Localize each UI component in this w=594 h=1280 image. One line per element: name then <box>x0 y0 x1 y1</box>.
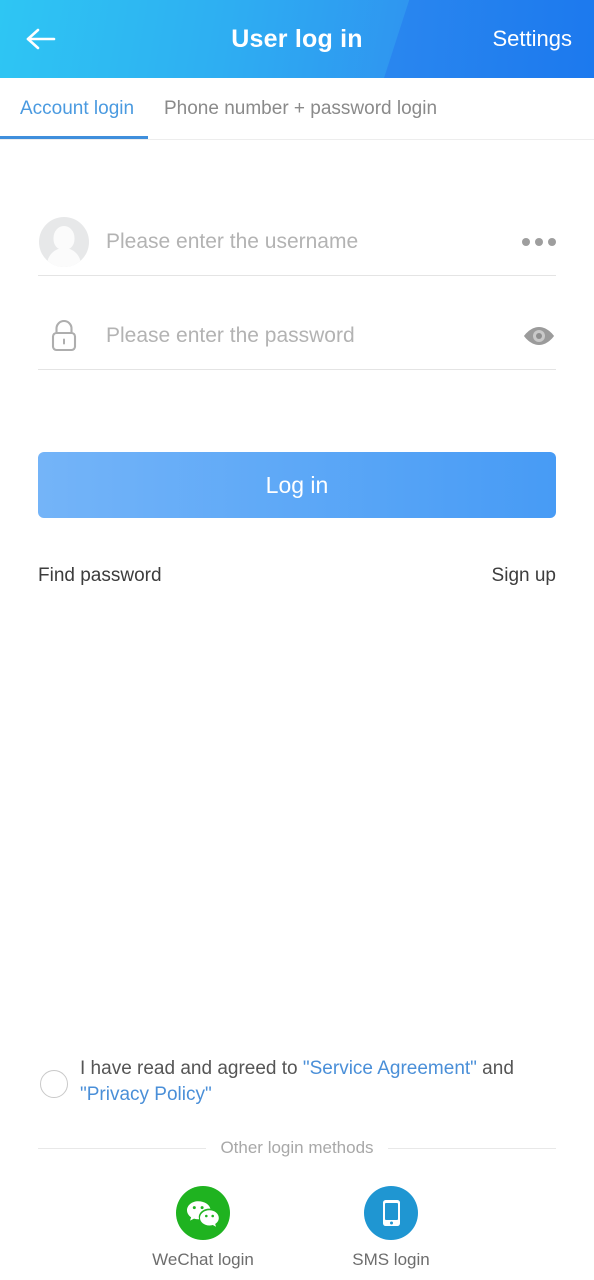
agreement-text: I have read and agreed to "Service Agree… <box>80 1056 556 1108</box>
active-tab-indicator <box>0 136 148 139</box>
helper-links-row: Find password Sign up <box>38 561 556 591</box>
privacy-policy-link[interactable]: "Privacy Policy" <box>80 1084 212 1105</box>
sms-login-button[interactable]: SMS login <box>336 1186 446 1270</box>
agreement-prefix: I have read and agreed to <box>80 1058 303 1079</box>
sms-login-label: SMS login <box>352 1250 430 1269</box>
eye-icon[interactable] <box>512 324 556 348</box>
agreement-conjunction: and <box>476 1058 514 1079</box>
tab-account-login[interactable]: Account login <box>20 78 134 139</box>
find-password-link[interactable]: Find password <box>38 565 162 587</box>
divider-line-right <box>387 1147 556 1149</box>
wechat-login-button[interactable]: WeChat login <box>148 1186 258 1270</box>
other-login-divider: Other login methods <box>38 1138 556 1158</box>
lock-icon <box>38 310 90 362</box>
username-input[interactable] <box>106 229 512 254</box>
app-header: User log in Settings <box>0 0 594 78</box>
other-login-methods-label: Other login methods <box>220 1138 374 1157</box>
sms-phone-icon <box>364 1186 418 1240</box>
password-field-row <box>38 302 556 370</box>
login-button[interactable]: Log in <box>38 452 556 518</box>
social-login-row: WeChat login SMS login <box>0 1186 594 1270</box>
settings-button[interactable]: Settings <box>493 0 573 78</box>
user-avatar-icon <box>38 216 90 268</box>
login-form <box>38 208 556 370</box>
login-mode-tabs: Account login Phone number + password lo… <box>0 78 594 140</box>
password-input[interactable] <box>106 323 512 348</box>
divider-line-left <box>38 1147 207 1149</box>
username-field-row <box>38 208 556 276</box>
wechat-icon <box>176 1186 230 1240</box>
agreement-row: I have read and agreed to "Service Agree… <box>40 1056 556 1108</box>
wechat-login-label: WeChat login <box>152 1250 254 1269</box>
tab-phone-password-login[interactable]: Phone number + password login <box>164 78 437 139</box>
agreement-checkbox[interactable] <box>40 1070 68 1098</box>
more-options-icon[interactable] <box>512 237 556 246</box>
service-agreement-link[interactable]: "Service Agreement" <box>303 1058 477 1079</box>
sign-up-link[interactable]: Sign up <box>492 565 556 587</box>
